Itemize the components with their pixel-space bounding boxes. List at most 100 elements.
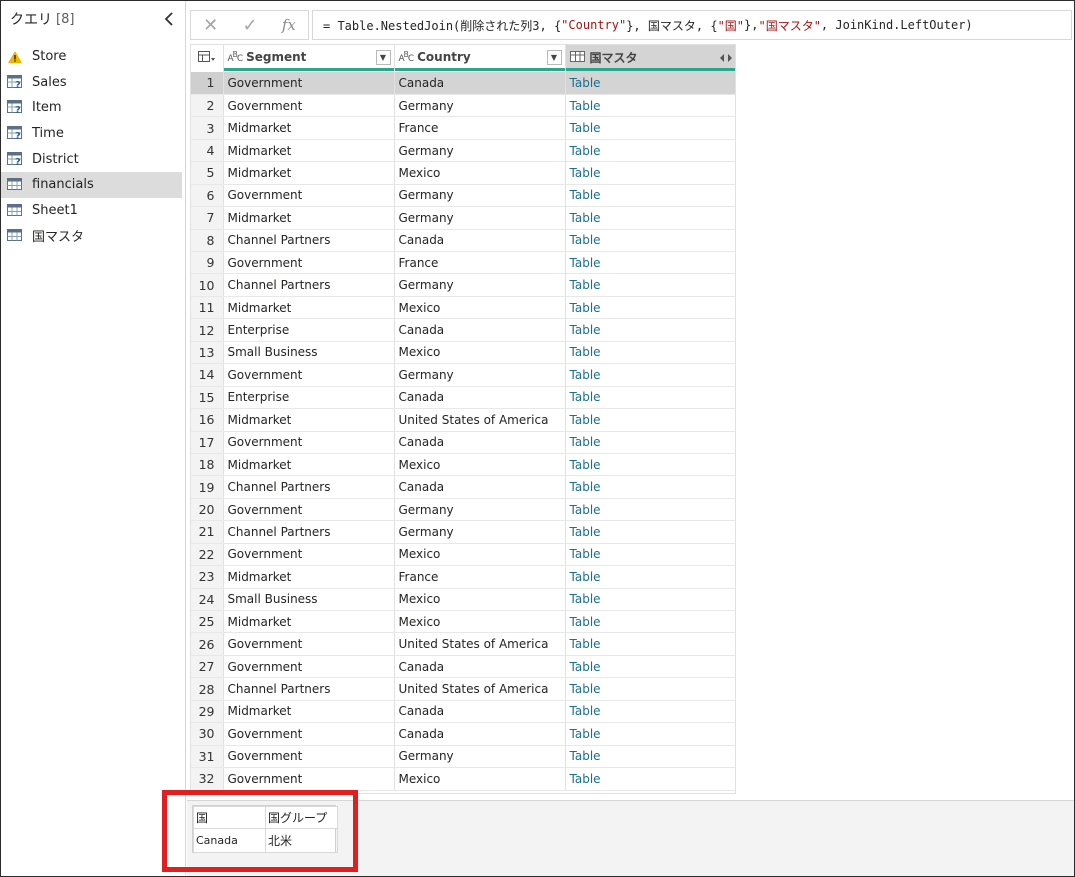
table-link-cell[interactable]: Table [565,229,735,253]
row-number[interactable]: 13 [191,341,224,365]
query-item-financials[interactable]: financials [1,171,182,198]
table-link-cell[interactable]: Table [565,431,735,454]
table-row[interactable]: 29 Midmarket Canada Table [191,700,735,724]
table-link-cell[interactable]: Table [565,498,735,522]
table-row[interactable]: 8 Channel Partners Canada Table [191,229,735,253]
table-link-cell[interactable]: Table [565,72,735,95]
table-row[interactable]: 18 Midmarket Mexico Table [191,453,735,477]
table-link-cell[interactable]: Table [565,296,735,320]
row-number[interactable]: 24 [191,588,224,612]
table-link-cell[interactable]: Table [565,184,735,208]
row-number[interactable]: 18 [191,453,224,477]
row-number[interactable]: 4 [191,139,224,163]
table-link-cell[interactable]: Table [565,363,735,387]
row-number[interactable]: 28 [191,677,224,701]
query-item-time[interactable]: ? Time [1,121,185,147]
table-link-cell[interactable]: Table [565,565,735,589]
row-number[interactable]: 9 [191,251,224,275]
row-number[interactable]: 7 [191,206,224,230]
table-link-cell[interactable]: Table [565,94,735,118]
table-link-cell[interactable]: Table [565,386,735,410]
row-number[interactable]: 1 [191,72,224,95]
table-link-cell[interactable]: Table [565,318,735,342]
table-link-cell[interactable]: Table [565,475,735,499]
table-row[interactable]: 22 Government Mexico Table [191,543,735,567]
row-number[interactable]: 14 [191,363,224,387]
filter-dropdown-button[interactable]: ▼ [546,50,562,65]
table-row[interactable]: 13 Small Business Mexico Table [191,341,735,365]
table-row[interactable]: 5 Midmarket Mexico Table [191,161,735,185]
row-number[interactable]: 5 [191,161,224,185]
row-number[interactable]: 27 [191,655,224,679]
cancel-icon[interactable]: ✕ [203,15,218,36]
fx-icon[interactable]: fx [282,16,296,34]
table-row[interactable]: 19 Channel Partners Canada Table [191,475,735,499]
table-row[interactable]: 27 Government Canada Table [191,655,735,679]
row-number[interactable]: 15 [191,386,224,410]
table-row[interactable]: 30 Government Canada Table [191,722,735,746]
column-header-kuni-master[interactable]: 国マスタ [565,45,735,72]
collapse-pane-button[interactable] [161,10,177,28]
table-row[interactable]: 17 Government Canada Table [191,431,735,454]
table-row[interactable]: 31 Government Germany Table [191,745,735,769]
query-item-sheet1[interactable]: Sheet1 [1,198,185,224]
table-link-cell[interactable]: Table [565,251,735,275]
table-link-cell[interactable]: Table [565,767,735,791]
table-row[interactable]: 11 Midmarket Mexico Table [191,296,735,320]
row-number[interactable]: 16 [191,408,224,432]
row-number[interactable]: 20 [191,498,224,522]
row-number[interactable]: 31 [191,745,224,769]
row-number[interactable]: 6 [191,184,224,208]
row-number[interactable]: 21 [191,520,224,544]
table-link-cell[interactable]: Table [565,206,735,230]
table-row[interactable]: 21 Channel Partners Germany Table [191,520,735,544]
table-row[interactable]: 28 Channel Partners United States of Ameri… [191,677,735,701]
table-row[interactable]: 23 Midmarket France Table [191,565,735,589]
table-link-cell[interactable]: Table [565,700,735,724]
table-row[interactable]: 6 Government Germany Table [191,184,735,208]
row-number[interactable]: 22 [191,543,224,567]
table-link-cell[interactable]: Table [565,139,735,163]
text-type-icon[interactable]: ABC [228,50,244,64]
column-header-country[interactable]: ABC Country ▼ [394,45,566,72]
table-row[interactable]: 16 Midmarket United States of America Table [191,408,735,432]
table-link-cell[interactable]: Table [565,161,735,185]
query-item-item[interactable]: ? Item [1,95,185,121]
table-link-cell[interactable]: Table [565,745,735,769]
query-item-kuni-master[interactable]: 国マスタ [1,223,185,249]
table-link-cell[interactable]: Table [565,655,735,679]
table-link-cell[interactable]: Table [565,273,735,297]
table-link-cell[interactable]: Table [565,722,735,746]
table-row[interactable]: 26 Government United States of America Tabl… [191,632,735,656]
query-item-district[interactable]: ? District [1,146,185,172]
text-type-icon[interactable]: ABC [399,50,415,64]
table-row[interactable]: 14 Government Germany Table [191,363,735,387]
table-link-cell[interactable]: Table [565,341,735,365]
row-number[interactable]: 30 [191,722,224,746]
row-number[interactable]: 23 [191,565,224,589]
table-row[interactable]: 9 Government France Table [191,251,735,275]
column-header-segment[interactable]: ABC Segment ▼ [223,45,395,72]
formula-input[interactable]: = Table.NestedJoin(削除された列3, {"Country"},… [312,10,1072,40]
table-row[interactable]: 32 Government Mexico Table [191,767,735,791]
row-number[interactable]: 10 [191,273,224,297]
row-number[interactable]: 29 [191,700,224,724]
table-row[interactable]: 24 Small Business Mexico Table [191,588,735,612]
table-row[interactable]: 3 Midmarket France Table [191,116,735,140]
table-row[interactable]: 2 Government Germany Table [191,94,735,118]
row-number[interactable]: 26 [191,632,224,656]
table-row[interactable]: 12 Enterprise Canada Table [191,318,735,342]
expand-column-button[interactable] [719,50,734,65]
table-row[interactable]: 7 Midmarket Germany Table [191,206,735,230]
row-number[interactable]: 32 [191,767,224,791]
table-row[interactable]: 1 Government Canada Table [191,72,735,95]
row-number[interactable]: 25 [191,610,224,634]
filter-dropdown-button[interactable]: ▼ [375,50,391,65]
table-row[interactable]: 10 Channel Partners Germany Table [191,273,735,297]
row-number[interactable]: 19 [191,475,224,499]
table-link-cell[interactable]: Table [565,408,735,432]
query-item-store[interactable]: Store [1,44,185,70]
table-link-cell[interactable]: Table [565,453,735,477]
table-link-cell[interactable]: Table [565,610,735,634]
table-row[interactable]: 25 Midmarket Mexico Table [191,610,735,634]
